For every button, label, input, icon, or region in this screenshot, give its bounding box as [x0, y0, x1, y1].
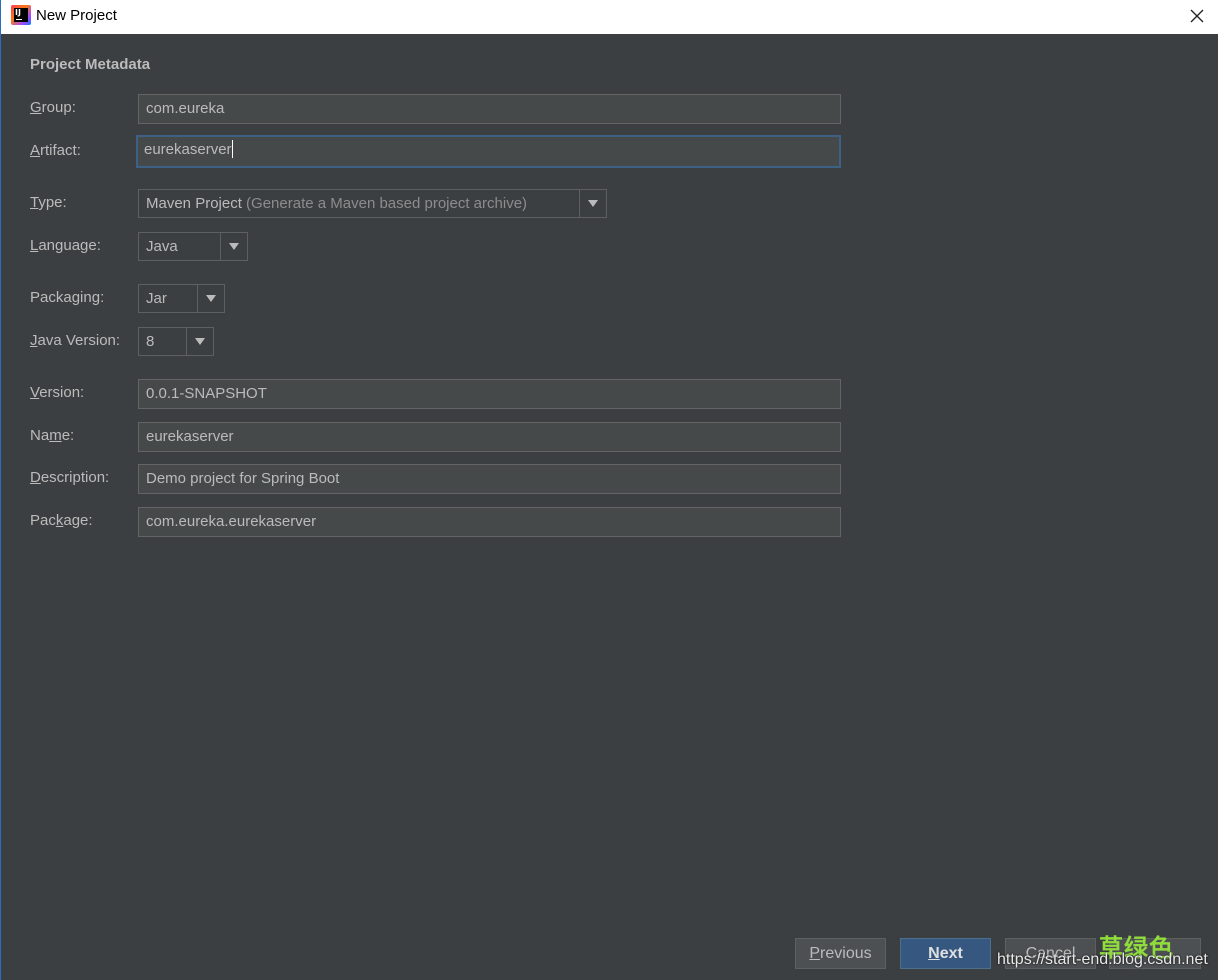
artifact-label: Artifact: [30, 142, 81, 159]
java-version-label: Java Version: [30, 332, 120, 349]
version-label-rest: ersion: [39, 384, 85, 401]
close-icon[interactable] [1188, 7, 1206, 25]
packaging-dropdown[interactable]: Jar [138, 284, 225, 313]
name-input[interactable]: eurekaserver [138, 422, 841, 452]
name-label-mnemonic: m [49, 427, 62, 444]
type-value: Maven Project [146, 195, 242, 212]
java-version-label-mnemonic: J [30, 332, 38, 349]
packaging-label-pre: Packa [30, 289, 72, 306]
chevron-down-icon [588, 200, 598, 207]
group-input[interactable]: com.eureka [138, 94, 841, 124]
chevron-down-icon [229, 243, 239, 250]
type-label-rest: ype: [38, 194, 67, 211]
app-icon-text: IJ [14, 8, 28, 22]
artifact-value: eurekaserver [144, 141, 232, 158]
group-label: Group: [30, 99, 76, 116]
package-label-rest: age: [63, 512, 93, 529]
package-label: Package: [30, 512, 93, 529]
section-title: Project Metadata [30, 56, 151, 73]
package-label-pre: Pac [30, 512, 56, 529]
package-input[interactable]: com.eureka.eurekaserver [138, 507, 841, 537]
type-dropdown-toggle[interactable] [579, 190, 606, 217]
title-bar: IJ New Project [1, 0, 1218, 34]
version-label: Version: [30, 384, 84, 401]
artifact-label-mnemonic: A [30, 142, 41, 159]
next-button[interactable]: Next [900, 938, 991, 969]
watermark-url: https://start-end.blog.csdn.net [997, 951, 1208, 968]
chevron-down-icon [195, 338, 205, 345]
previous-button[interactable]: Previous [795, 938, 886, 969]
name-label-pre: Na [30, 427, 50, 444]
java-version-label-rest: ava Version: [37, 332, 121, 349]
description-input[interactable]: Demo project for Spring Boot [138, 464, 841, 494]
previous-mnemonic: P [809, 945, 821, 962]
artifact-label-rest: rtifact: [40, 142, 81, 159]
description-label-mnemonic: D [30, 469, 41, 486]
packaging-value: Jar [146, 290, 167, 307]
group-label-rest: roup: [41, 99, 76, 116]
group-label-mnemonic: G [30, 99, 42, 116]
window-title: New Project [36, 7, 117, 24]
description-label-rest: escription: [40, 469, 110, 486]
java-version-dropdown[interactable]: 8 [138, 327, 214, 356]
packaging-label-mnemonic: g [71, 289, 81, 306]
name-label: Name: [30, 427, 74, 444]
type-dropdown[interactable]: Maven Project (Generate a Maven based pr… [138, 189, 607, 218]
packaging-dropdown-toggle[interactable] [197, 285, 224, 312]
intellij-app-icon: IJ [11, 5, 31, 25]
java-version-dropdown-toggle[interactable] [186, 328, 213, 355]
next-label-rest: ext [939, 945, 963, 962]
type-selected-value: Maven Project (Generate a Maven based pr… [146, 190, 527, 217]
language-dropdown[interactable]: Java [138, 232, 248, 261]
version-input[interactable]: 0.0.1-SNAPSHOT [138, 379, 841, 409]
language-label: Language: [30, 237, 101, 254]
artifact-input[interactable]: eurekaserver [136, 135, 841, 168]
description-label: Description: [30, 469, 109, 486]
text-caret [231, 139, 233, 158]
previous-label-rest: revious [820, 945, 872, 962]
language-value: Java [146, 238, 178, 255]
type-hint: (Generate a Maven based project archive) [246, 195, 528, 212]
version-label-mnemonic: V [30, 384, 40, 401]
new-project-dialog: IJ New Project Project Metadata Group: c… [0, 0, 1218, 980]
java-version-value: 8 [146, 333, 155, 350]
type-label: Type: [30, 194, 67, 211]
language-dropdown-toggle[interactable] [220, 233, 247, 260]
packaging-label-rest: ing: [80, 289, 105, 306]
packaging-label: Packaging: [30, 289, 104, 306]
name-label-rest: e: [61, 427, 75, 444]
next-mnemonic: N [928, 945, 940, 962]
chevron-down-icon [206, 295, 216, 302]
language-label-rest: anguage: [38, 237, 101, 254]
